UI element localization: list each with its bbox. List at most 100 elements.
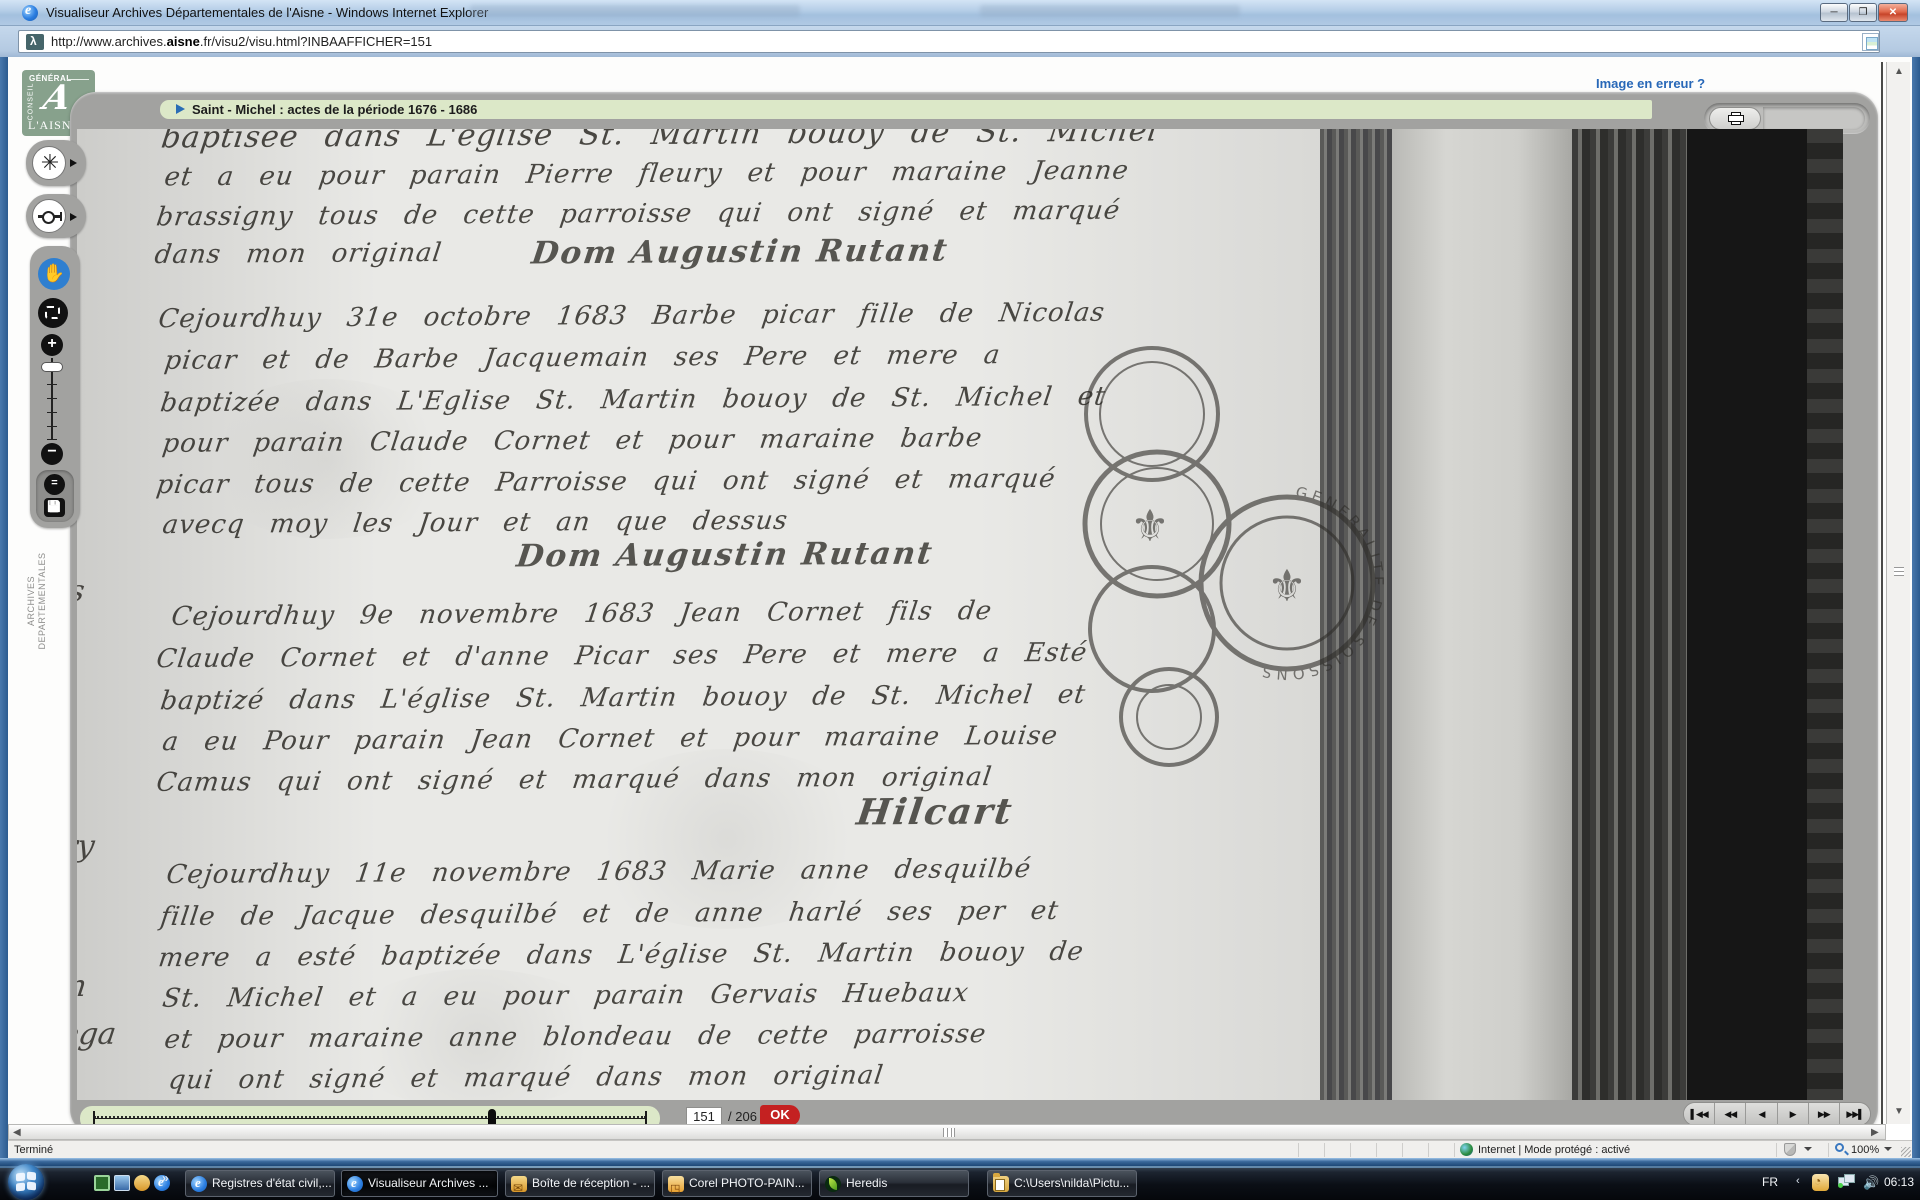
marquee-select-button[interactable] xyxy=(38,298,68,328)
scroll-up-icon[interactable]: ▲ xyxy=(1894,66,1904,77)
horizontal-scrollbar[interactable]: ◀ ▶ xyxy=(8,1124,1886,1140)
scroll-right-icon[interactable]: ▶ xyxy=(1871,1127,1879,1138)
start-button[interactable] xyxy=(8,1164,44,1200)
previous-page-button[interactable]: ◀ xyxy=(1746,1103,1777,1125)
resize-grip[interactable] xyxy=(1901,1147,1911,1157)
manuscript-line: picar et de Barbe Jacquemain ses Pere et… xyxy=(163,340,1003,376)
manuscript-line: Cejourdhuy 9e novembre 1683 Jean Cornet … xyxy=(170,596,995,632)
save-button[interactable] xyxy=(44,498,65,517)
manuscript-line: a eu Pour parain Jean Cornet et pour mar… xyxy=(161,721,1060,757)
scroll-down-icon[interactable]: ▼ xyxy=(1894,1106,1904,1117)
url-text: http://www.archives.aisne.fr/visu2/visu.… xyxy=(51,34,432,49)
minimize-button[interactable]: ─ xyxy=(1820,3,1848,22)
show-desktop-icon[interactable] xyxy=(114,1175,130,1191)
taskbar-button-corel[interactable]: Corel PHOTO-PAIN... xyxy=(662,1170,812,1197)
generalite-stamp-cluster: ⚜ ⚜ GENERALITE DE SOISSONS xyxy=(1057,329,1387,769)
hidden-icons-chevron[interactable]: ‹ xyxy=(1796,1175,1800,1187)
fast-back-button[interactable]: ◀◀ xyxy=(1715,1103,1746,1125)
maximize-button[interactable]: ❐ xyxy=(1849,3,1877,22)
ghost-artifact xyxy=(980,5,1240,17)
binding-mottle xyxy=(1807,129,1843,1100)
shield-dropdown-icon[interactable] xyxy=(1804,1147,1812,1151)
screen: Visualiseur Archives Départementales de … xyxy=(0,0,1920,1200)
quick-launch-mail-icon[interactable] xyxy=(134,1175,150,1191)
manuscript-line: pour parain Claude Cornet et pour marain… xyxy=(161,423,985,459)
window-border-right xyxy=(1912,57,1920,1166)
next-page-button[interactable]: ▶ xyxy=(1778,1103,1809,1125)
slider-end-left xyxy=(93,1111,95,1124)
marquee-icon xyxy=(45,306,60,319)
tool-expand-arrow-icon[interactable] xyxy=(70,213,77,221)
taskbar-button-registres[interactable]: Registres d'état civil,... xyxy=(185,1170,335,1197)
system-tray: FR ‹ 🔊 06:13 xyxy=(1750,1166,1920,1200)
actual-size-button[interactable]: = xyxy=(44,474,65,495)
taskbar-button-visualiseur[interactable]: Visualiseur Archives ... xyxy=(341,1170,498,1197)
page-separator: / xyxy=(728,1109,732,1124)
pan-hand-tool-button[interactable]: ✋ xyxy=(38,258,70,290)
security-zone-text: Internet | Mode protégé : activé xyxy=(1478,1144,1630,1156)
close-button[interactable]: ✕ xyxy=(1878,3,1908,22)
task-label: C:\Users\nilda\Pictu... xyxy=(1014,1176,1129,1190)
taskbar-button-inbox[interactable]: Boîte de réception - ... xyxy=(505,1170,655,1197)
image-error-link[interactable]: Image en erreur ? xyxy=(1596,76,1705,91)
manuscript-line: baptizée dans L'Eglise St. Martin bouoy … xyxy=(159,382,1108,419)
compass-tool-button[interactable]: ✳ xyxy=(32,146,66,180)
zoom-in-button[interactable]: + xyxy=(41,334,63,356)
clock[interactable]: 06:13 xyxy=(1884,1175,1914,1189)
last-page-button[interactable]: ▶▶▌ xyxy=(1840,1103,1870,1125)
taskbar-button-heredis[interactable]: Heredis xyxy=(819,1170,969,1197)
ok-button[interactable]: OK xyxy=(760,1105,800,1126)
dial-icon xyxy=(38,215,62,218)
print-button[interactable] xyxy=(1709,107,1761,130)
signature: Dom Augustin Rutant xyxy=(514,536,936,575)
register-title: Saint - Michel : actes de la période 167… xyxy=(192,102,477,117)
vertical-scroll-grip[interactable] xyxy=(1894,567,1904,576)
page-document-icon[interactable] xyxy=(1862,33,1879,51)
archives-line2: DEPARTEMENTALES xyxy=(37,552,47,649)
logo-a-glyph: A xyxy=(40,78,75,118)
volume-icon[interactable]: 🔊 xyxy=(1863,1175,1879,1191)
vertical-scrollbar[interactable]: ▲ ▼ xyxy=(1886,62,1910,1124)
margin-fragment: ega xyxy=(77,1017,118,1052)
first-page-button[interactable]: ▌◀◀ xyxy=(1684,1103,1715,1125)
manuscript-line: Cejourdhuy 11e novembre 1683 Marie anne … xyxy=(165,854,1034,890)
contrast-dial-button[interactable] xyxy=(32,199,66,233)
manuscript-line: et pour maraine anne blondeau de cette p… xyxy=(163,1019,989,1055)
taskbar-button-pictures-folder[interactable]: C:\Users\nilda\Pictu... xyxy=(987,1170,1137,1197)
archives-departementales-label: ARCHIVES DEPARTEMENTALES xyxy=(26,536,48,666)
address-input[interactable]: http://www.archives.aisne.fr/visu2/visu.… xyxy=(18,30,1880,53)
quick-launch-app-icon[interactable] xyxy=(94,1175,110,1191)
language-indicator[interactable]: FR xyxy=(1762,1175,1778,1189)
zoom-magnifier-icon[interactable] xyxy=(1835,1143,1844,1152)
content-edge-line xyxy=(1881,62,1883,1124)
manuscript-line: St. Michel et a eu pour parain Gervais H… xyxy=(161,978,971,1014)
tool-expand-arrow-icon[interactable] xyxy=(70,159,77,167)
manuscript-scan[interactable]: s ry n ega baptisée dans L'église St. Ma… xyxy=(77,129,1843,1100)
tray-mail-icon[interactable] xyxy=(1812,1174,1829,1191)
task-label: Heredis xyxy=(846,1176,887,1190)
status-bar: Terminé Internet | Mode protégé : activé… xyxy=(8,1140,1912,1158)
zoom-slider-handle[interactable] xyxy=(41,362,63,372)
fast-forward-button[interactable]: ▶▶ xyxy=(1809,1103,1840,1125)
fleur-de-lis-icon: ⚜ xyxy=(1130,501,1169,552)
zoom-dropdown-icon[interactable] xyxy=(1884,1147,1892,1151)
quick-launch-overflow-chevron[interactable]: » xyxy=(162,1171,169,1185)
heredis-leaf-icon xyxy=(825,1176,841,1192)
printer-icon xyxy=(1728,112,1744,125)
zoom-out-button[interactable]: − xyxy=(41,443,63,465)
title-bar[interactable]: Visualiseur Archives Départementales de … xyxy=(0,0,1920,26)
scroll-left-icon[interactable]: ◀ xyxy=(13,1127,21,1138)
slider-track[interactable] xyxy=(94,1118,646,1119)
compass-star-icon: ✳ xyxy=(33,147,67,179)
task-label: Boîte de réception - ... xyxy=(532,1176,650,1190)
network-icon[interactable] xyxy=(1838,1174,1856,1189)
fleur-de-lis-icon: ⚜ xyxy=(1267,561,1306,612)
signature: Dom Augustin Rutant xyxy=(529,233,951,272)
ie-app-icon xyxy=(22,5,38,21)
page-count: 206 xyxy=(735,1109,757,1124)
url-suffix: .fr/visu2/visu.html?INBAAFFICHER=151 xyxy=(200,34,432,49)
browser-zoom-level[interactable]: 100% xyxy=(1851,1144,1879,1156)
shield-icon[interactable] xyxy=(1784,1143,1796,1156)
url-prefix: http://www.archives. xyxy=(51,34,167,49)
horizontal-scroll-grip[interactable] xyxy=(943,1128,955,1137)
